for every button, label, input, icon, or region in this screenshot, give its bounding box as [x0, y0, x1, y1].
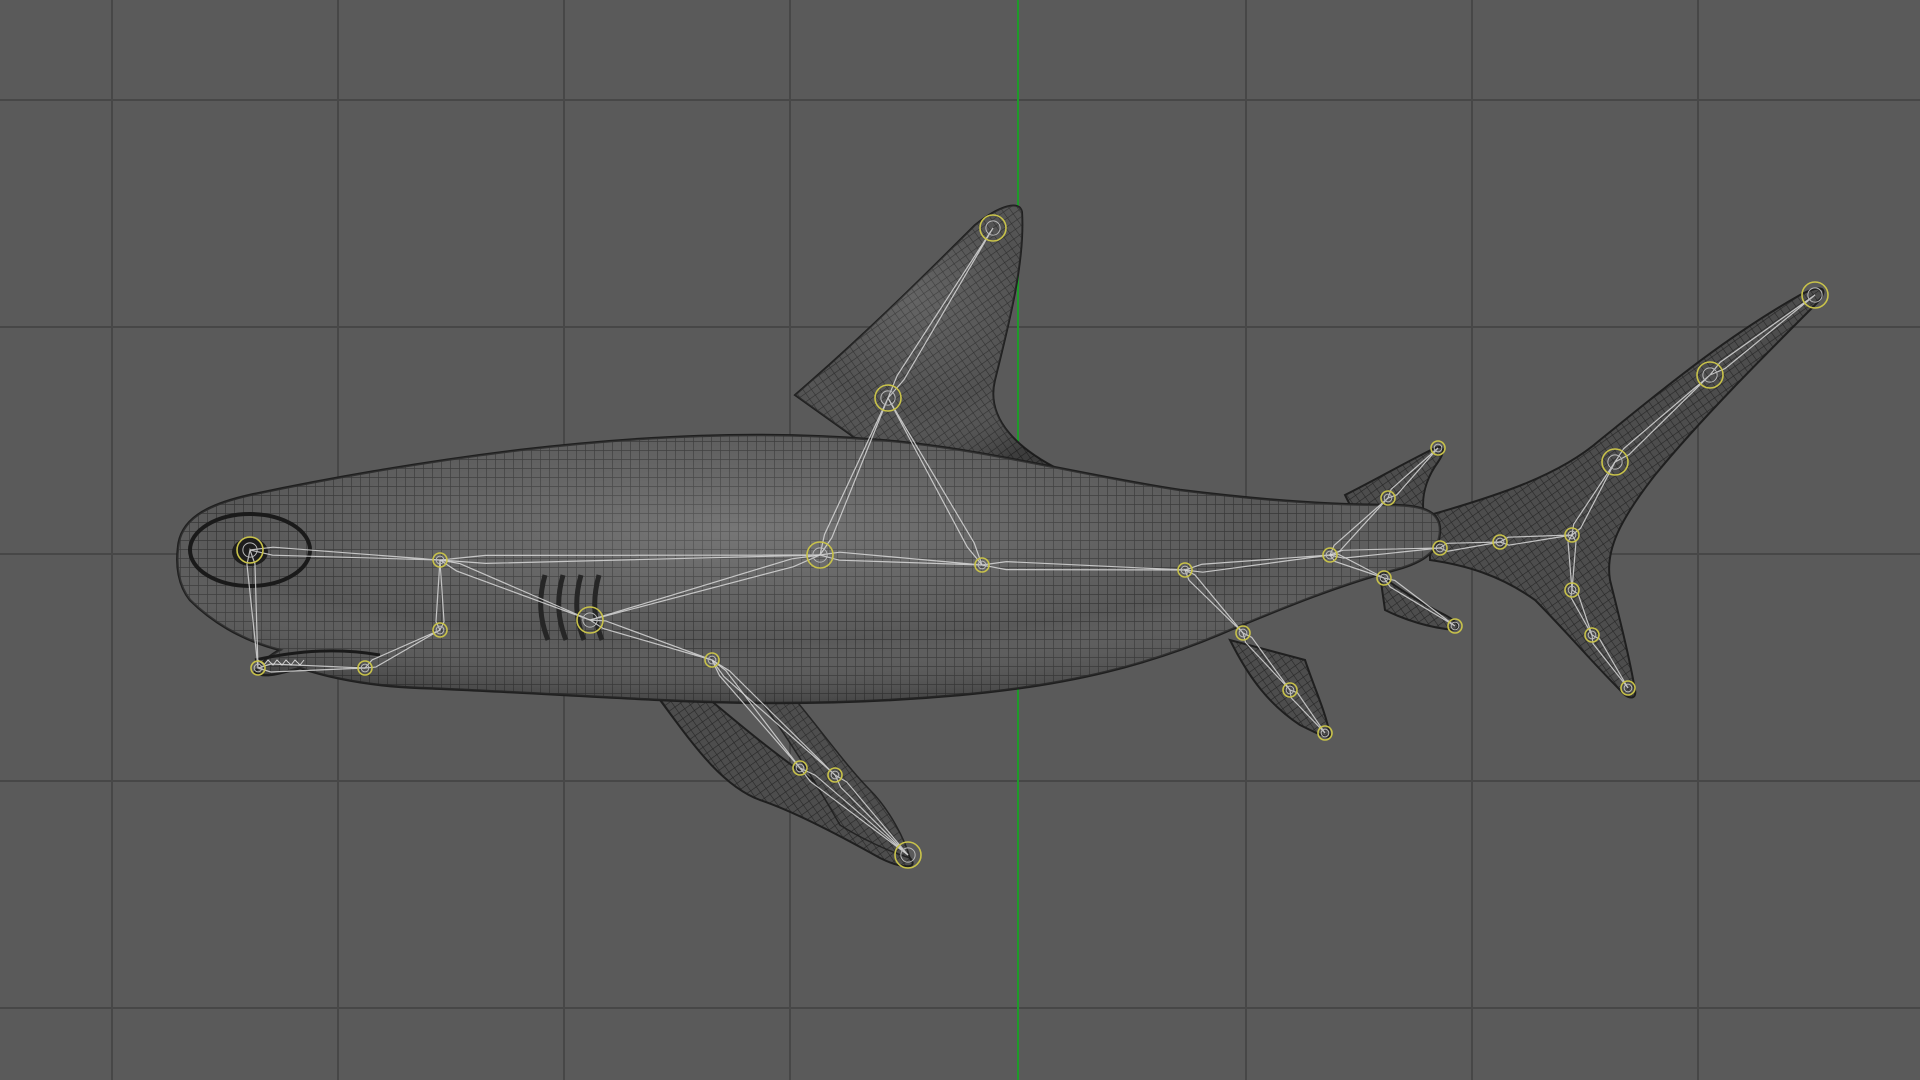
anal-fin[interactable] [1378, 572, 1460, 632]
3d-viewport[interactable] [0, 0, 1920, 1080]
shark-model[interactable] [176, 204, 1825, 868]
viewport-canvas[interactable] [0, 0, 1920, 1080]
caudal-fin[interactable] [1429, 287, 1825, 699]
